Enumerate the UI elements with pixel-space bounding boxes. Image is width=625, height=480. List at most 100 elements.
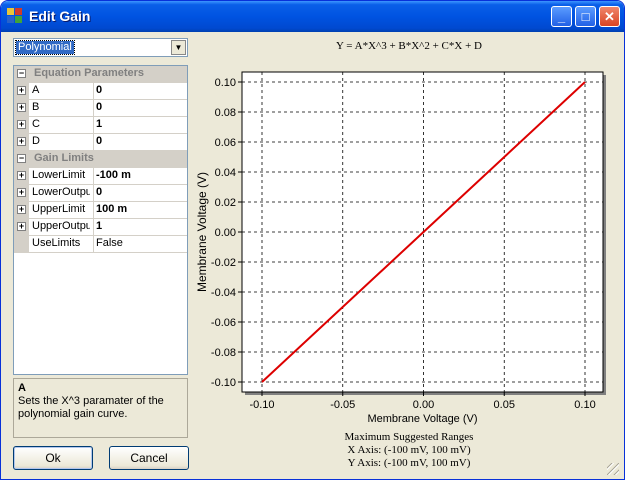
y-tick-label: -0.10 [211, 377, 236, 389]
x-tick-label: -0.10 [249, 399, 274, 411]
column-separator [93, 219, 94, 235]
property-row[interactable]: + A 0 [14, 83, 187, 100]
property-name: UpperOutpu [32, 220, 90, 232]
expand-icon[interactable]: + [17, 205, 26, 214]
property-row[interactable]: + LowerLimit -100 m [14, 168, 187, 185]
chart-title: Y = A*X^3 + B*X^2 + C*X + D [336, 40, 482, 52]
row-gutter: + [14, 134, 29, 150]
window-title: Edit Gain [29, 8, 91, 24]
y-tick-label: 0.10 [215, 77, 236, 89]
expand-icon[interactable]: + [17, 86, 26, 95]
property-name: C [32, 118, 40, 130]
property-name: LowerLimit [32, 169, 86, 181]
column-separator [93, 83, 94, 99]
x-axis-label: Membrane Voltage (V) [367, 413, 477, 425]
row-gutter: + [14, 168, 29, 184]
y-tick-label: -0.02 [211, 257, 236, 269]
resize-grip[interactable] [607, 463, 619, 475]
y-tick-label: -0.04 [211, 287, 236, 299]
property-value[interactable]: 0 [96, 101, 102, 113]
gain-curve-chart: -0.10 -0.05 0.00 0.05 0.10 -0.10 -0.08 -0.06 -0.… [195, 71, 606, 425]
property-value[interactable]: 0 [96, 186, 102, 198]
property-row[interactable]: + UpperOutpu 1 [14, 219, 187, 236]
expand-icon[interactable]: + [17, 120, 26, 129]
property-value[interactable]: False [96, 237, 123, 249]
y-tick-label: 0.04 [215, 167, 236, 179]
app-icon [7, 8, 23, 24]
help-description: Sets the X^3 paramater of the polynomial… [18, 395, 164, 420]
expand-icon[interactable]: + [17, 188, 26, 197]
y-tick-label: 0.02 [215, 197, 236, 209]
property-value[interactable]: -100 m [96, 169, 131, 181]
row-gutter: + [14, 100, 29, 116]
y-tick-label: 0.00 [215, 227, 236, 239]
column-separator [93, 134, 94, 150]
row-gutter: + [14, 117, 29, 133]
property-help-panel: A Sets the X^3 paramater of the polynomi… [13, 378, 188, 438]
property-row[interactable]: + D 0 [14, 134, 187, 151]
expand-icon[interactable]: + [17, 222, 26, 231]
property-row[interactable]: + UpperLimit 100 m [14, 202, 187, 219]
column-separator [93, 236, 94, 252]
category-label: Gain Limits [34, 152, 94, 164]
property-row[interactable]: + LowerOutpu 0 [14, 185, 187, 202]
edit-gain-window: Edit Gain _ □ ✕ Polynomial ▼ − Equation P… [0, 0, 625, 480]
expand-icon[interactable]: + [17, 171, 26, 180]
property-name: UseLimits [32, 237, 81, 249]
y-axis-label: Membrane Voltage (V) [195, 172, 209, 292]
cancel-button[interactable]: Cancel [109, 446, 189, 470]
expand-icon[interactable]: + [17, 103, 26, 112]
row-gutter: + [14, 202, 29, 218]
close-button[interactable]: ✕ [599, 6, 620, 27]
ok-button[interactable]: Ok [13, 446, 93, 470]
property-name: B [32, 101, 40, 113]
category-row[interactable]: − Equation Parameters [14, 66, 187, 83]
property-name: UpperLimit [32, 203, 86, 215]
gain-type-selected: Polynomial [15, 40, 75, 55]
minimize-button[interactable]: _ [551, 6, 572, 27]
x-tick-label: -0.05 [330, 399, 355, 411]
y-tick-label: -0.08 [211, 347, 236, 359]
property-name: D [32, 135, 40, 147]
row-gutter: + [14, 83, 29, 99]
row-gutter: + [14, 185, 29, 201]
y-tick-label: -0.06 [211, 317, 236, 329]
expand-icon[interactable]: + [17, 137, 26, 146]
ranges-y-axis: Y Axis: (-100 mV, 100 mV) [347, 457, 471, 469]
row-gutter [14, 236, 29, 252]
column-separator [93, 202, 94, 218]
property-row[interactable]: + C 1 [14, 117, 187, 134]
maximize-button[interactable]: □ [575, 6, 596, 27]
dialog-client-area: Polynomial ▼ − Equation Parameters + A 0 + B 0 +… [4, 32, 621, 477]
ranges-heading: Maximum Suggested Ranges [344, 431, 474, 443]
column-separator [93, 100, 94, 116]
column-separator [93, 185, 94, 201]
help-title: A [18, 382, 26, 394]
collapse-icon[interactable]: − [17, 154, 26, 163]
property-value[interactable]: 0 [96, 84, 102, 96]
category-row[interactable]: − Gain Limits [14, 151, 187, 168]
x-tick-label: 0.10 [574, 399, 595, 411]
chevron-down-icon[interactable]: ▼ [171, 40, 186, 55]
property-row[interactable]: UseLimits False [14, 236, 187, 253]
y-tick-label: 0.06 [215, 137, 236, 149]
property-value[interactable]: 1 [96, 118, 102, 130]
collapse-icon[interactable]: − [17, 69, 26, 78]
x-tick-label: 0.05 [494, 399, 515, 411]
property-value[interactable]: 0 [96, 135, 102, 147]
title-bar[interactable]: Edit Gain _ □ ✕ [1, 1, 624, 32]
column-separator [93, 168, 94, 184]
x-tick-label: 0.00 [413, 399, 434, 411]
row-gutter: + [14, 219, 29, 235]
property-value[interactable]: 1 [96, 220, 102, 232]
y-tick-label: 0.08 [215, 107, 236, 119]
property-name: LowerOutpu [32, 186, 90, 198]
property-row[interactable]: + B 0 [14, 100, 187, 117]
category-label: Equation Parameters [34, 67, 145, 79]
column-separator [93, 117, 94, 133]
ranges-x-axis: X Axis: (-100 mV, 100 mV) [347, 444, 471, 456]
gain-type-dropdown[interactable]: Polynomial ▼ [13, 38, 188, 57]
property-grid[interactable]: − Equation Parameters + A 0 + B 0 + C 1 + D 0− Gain Li… [13, 65, 188, 375]
property-value[interactable]: 100 m [96, 203, 127, 215]
property-name: A [32, 84, 40, 96]
